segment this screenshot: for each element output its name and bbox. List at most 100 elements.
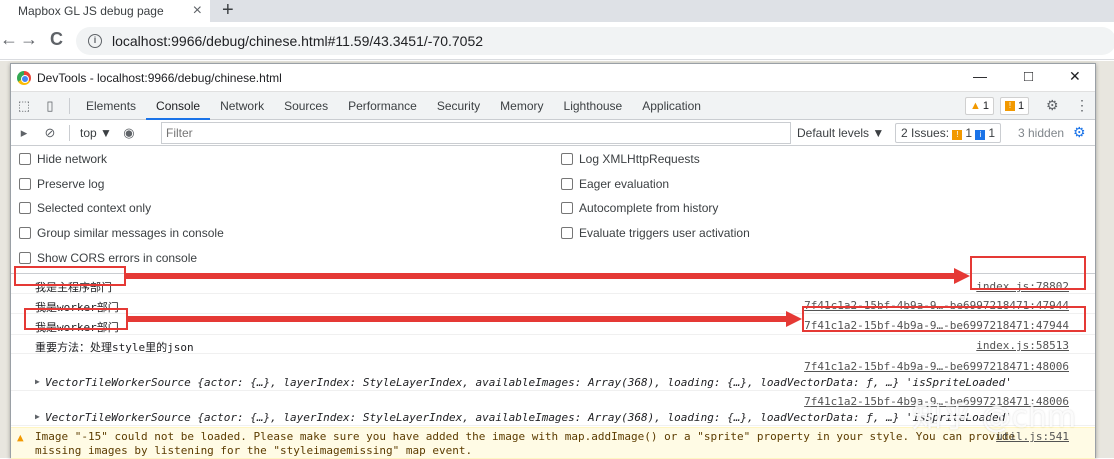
- annotation-box-worker-source: [802, 306, 1086, 332]
- option-label: Autocomplete from history: [579, 201, 719, 215]
- minimize-button[interactable]: —: [973, 68, 987, 84]
- annotation-arrow-head: [786, 311, 802, 327]
- filter-input[interactable]: [161, 122, 791, 144]
- tab-security[interactable]: Security: [427, 92, 490, 120]
- clear-console-icon[interactable]: ⊘: [37, 120, 63, 146]
- warning-icon: ▲: [17, 431, 24, 444]
- hide-network-option[interactable]: Hide network: [19, 152, 107, 166]
- live-expression-eye-icon[interactable]: ◉: [116, 120, 142, 146]
- checkbox[interactable]: [19, 202, 31, 214]
- reload-icon[interactable]: C: [50, 29, 63, 50]
- tab-application[interactable]: Application: [632, 92, 711, 120]
- message-icon: !: [1005, 101, 1015, 111]
- tab-close-icon[interactable]: ×: [193, 2, 202, 20]
- console-settings-gear-icon[interactable]: ⚙: [1073, 124, 1086, 141]
- log-xhr-option[interactable]: Log XMLHttpRequests: [561, 152, 700, 166]
- devtools-tab-bar: ⬚ ▯ Elements Console Network Sources Per…: [11, 92, 1095, 120]
- annotation-arrow: [128, 316, 788, 322]
- annotation-box-worker: [24, 308, 128, 330]
- autocomplete-option[interactable]: Autocomplete from history: [561, 201, 718, 215]
- checkbox[interactable]: [19, 178, 31, 190]
- option-label: Group similar messages in console: [37, 226, 224, 240]
- issues-button[interactable]: 2 Issues: ! 1 i1: [895, 123, 1002, 143]
- chrome-logo-icon: [17, 70, 31, 85]
- url-text: localhost:9966/debug/chinese.html#11.59/…: [112, 33, 484, 49]
- console-object-message[interactable]: ▶ VectorTileWorkerSource {actor: {…}, la…: [11, 373, 1095, 391]
- preserve-log-option[interactable]: Preserve log: [19, 177, 104, 191]
- warnings-count: 1: [982, 100, 990, 112]
- more-options-icon[interactable]: ⋮: [1075, 97, 1089, 114]
- message-text: VectorTileWorkerSource {actor: {…}, laye…: [45, 411, 1012, 424]
- browser-toolbar: ← → C i localhost:9966/debug/chinese.htm…: [0, 22, 1114, 60]
- log-levels-dropdown[interactable]: Default levels ▼: [797, 126, 884, 140]
- messages-counter[interactable]: ! 1: [1000, 97, 1030, 115]
- checkbox[interactable]: [19, 227, 31, 239]
- issues-info-icon: i: [975, 130, 986, 140]
- maximize-button[interactable]: □: [1024, 68, 1033, 85]
- tab-performance[interactable]: Performance: [338, 92, 427, 120]
- annotation-box-index-source: [970, 256, 1086, 290]
- issues-label: 2 Issues:: [901, 126, 950, 140]
- warning-icon: ▲: [970, 100, 981, 112]
- source-link[interactable]: 7f41c1a2-15bf-4b9a-9…-be6997218471:48006: [804, 360, 1069, 373]
- message-text: Image "-15" could not be loaded. Please …: [35, 430, 1016, 443]
- device-toolbar-icon[interactable]: ▯: [37, 93, 63, 119]
- eager-eval-option[interactable]: Eager evaluation: [561, 177, 669, 191]
- option-label: Log XMLHttpRequests: [579, 152, 700, 166]
- console-message: 重要方法：处理style里的json index.js:58513: [11, 336, 1095, 354]
- option-label: Eager evaluation: [579, 177, 670, 191]
- tab-sources[interactable]: Sources: [274, 92, 338, 120]
- show-cors-option[interactable]: Show CORS errors in console: [19, 251, 197, 265]
- group-similar-option[interactable]: Group similar messages in console: [19, 226, 224, 240]
- warnings-counter[interactable]: ▲ 1: [965, 97, 995, 115]
- message-text: VectorTileWorkerSource {actor: {…}, laye…: [45, 376, 1012, 389]
- tab-console[interactable]: Console: [146, 92, 211, 120]
- console-settings-pane: Hide network Preserve log Selected conte…: [11, 146, 1095, 274]
- message-text: missing images by listening for the "sty…: [35, 444, 473, 457]
- expand-triangle-icon[interactable]: ▶: [35, 412, 40, 421]
- devtools-title: DevTools - localhost:9966/debug/chinese.…: [37, 70, 282, 85]
- console-toolbar: ▸ ⊘ top ▼ ◉ Default levels ▼ 2 Issues: !…: [11, 120, 1095, 146]
- checkbox[interactable]: [19, 153, 31, 165]
- issues-info-count: 1: [988, 126, 996, 140]
- expand-triangle-icon[interactable]: ▶: [35, 377, 40, 386]
- checkbox[interactable]: [561, 178, 573, 190]
- site-info-icon[interactable]: i: [88, 34, 102, 48]
- evaluate-triggers-option[interactable]: Evaluate triggers user activation: [561, 226, 750, 240]
- forward-arrow-icon[interactable]: →: [20, 29, 38, 50]
- checkbox[interactable]: [561, 227, 573, 239]
- settings-gear-icon[interactable]: ⚙: [1046, 97, 1059, 114]
- sidebar-toggle-icon[interactable]: ▸: [11, 120, 37, 146]
- address-bar[interactable]: i localhost:9966/debug/chinese.html#11.5…: [76, 27, 1114, 55]
- source-link[interactable]: index.js:58513: [976, 339, 1069, 352]
- checkbox[interactable]: [19, 252, 31, 264]
- browser-tab-title: Mapbox GL JS debug page: [18, 4, 164, 18]
- option-label: Evaluate triggers user activation: [579, 226, 750, 240]
- browser-tab[interactable]: Mapbox GL JS debug page ×: [0, 0, 210, 22]
- checkbox[interactable]: [561, 153, 573, 165]
- messages-count: 1: [1018, 100, 1025, 112]
- close-button[interactable]: ✕: [1069, 68, 1081, 85]
- tab-lighthouse[interactable]: Lighthouse: [554, 92, 633, 120]
- browser-tab-strip: Mapbox GL JS debug page × +: [0, 0, 1114, 22]
- selected-context-option[interactable]: Selected context only: [19, 201, 151, 215]
- tab-memory[interactable]: Memory: [490, 92, 553, 120]
- context-selector[interactable]: top ▼: [80, 126, 112, 140]
- new-tab-button[interactable]: +: [222, 0, 234, 22]
- option-label: Selected context only: [37, 201, 152, 215]
- option-label: Preserve log: [37, 177, 105, 191]
- back-arrow-icon[interactable]: ←: [0, 29, 18, 50]
- console-message-source-row: 7f41c1a2-15bf-4b9a-9…-be6997218471:48006: [11, 357, 1095, 374]
- annotation-arrow-head: [954, 268, 970, 284]
- issues-warn-icon: !: [952, 130, 963, 140]
- checkbox[interactable]: [561, 202, 573, 214]
- devtools-titlebar: DevTools - localhost:9966/debug/chinese.…: [11, 64, 1095, 92]
- annotation-box-main-thread: [14, 266, 126, 286]
- option-label: Hide network: [37, 152, 108, 166]
- inspect-element-icon[interactable]: ⬚: [11, 93, 37, 119]
- divider: [69, 124, 70, 141]
- tab-elements[interactable]: Elements: [76, 92, 146, 120]
- tab-network[interactable]: Network: [210, 92, 274, 120]
- option-label: Show CORS errors in console: [37, 251, 198, 265]
- issues-warn-count: 1: [965, 126, 973, 140]
